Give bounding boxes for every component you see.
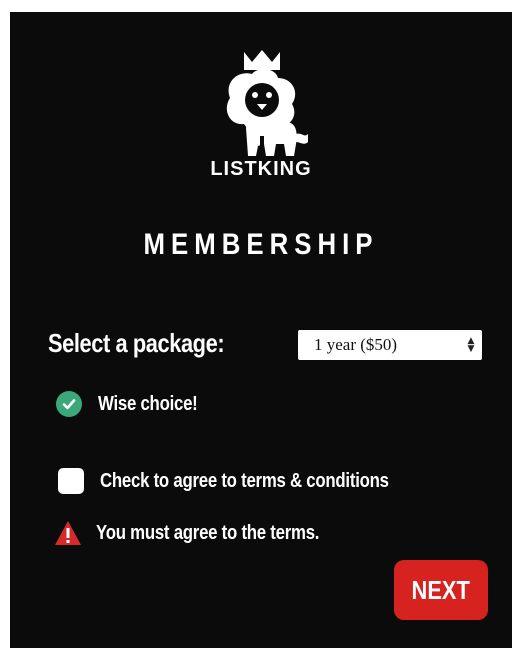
error-message-row: You must agree to the terms. [54,520,362,546]
success-message-row: Wise choice! [56,391,216,417]
page-title: MEMBERSHIP [143,228,379,261]
next-button-label: NEXT [411,574,471,605]
package-select-value: 1 year ($50) [314,335,398,354]
error-message: You must agree to the terms. [96,521,320,544]
up-down-chevron-icon: ▲ ▼ [467,336,475,354]
terms-checkbox[interactable] [58,468,84,494]
check-circle-icon [56,391,82,417]
lion-logo-icon [226,50,308,156]
package-label: Select a package: [48,328,225,358]
brand-name: LISTKING [210,158,312,180]
terms-row: Check to agree to terms & conditions [58,468,444,494]
warning-triangle-icon [55,521,81,545]
terms-label[interactable]: Check to agree to terms & conditions [100,470,389,493]
membership-panel: LISTKING MEMBERSHIP Select a package: 1 … [10,12,512,648]
next-button[interactable]: NEXT [394,560,488,620]
success-message: Wise choice! [98,392,198,415]
package-select[interactable]: 1 year ($50) ▲ ▼ [298,330,482,360]
